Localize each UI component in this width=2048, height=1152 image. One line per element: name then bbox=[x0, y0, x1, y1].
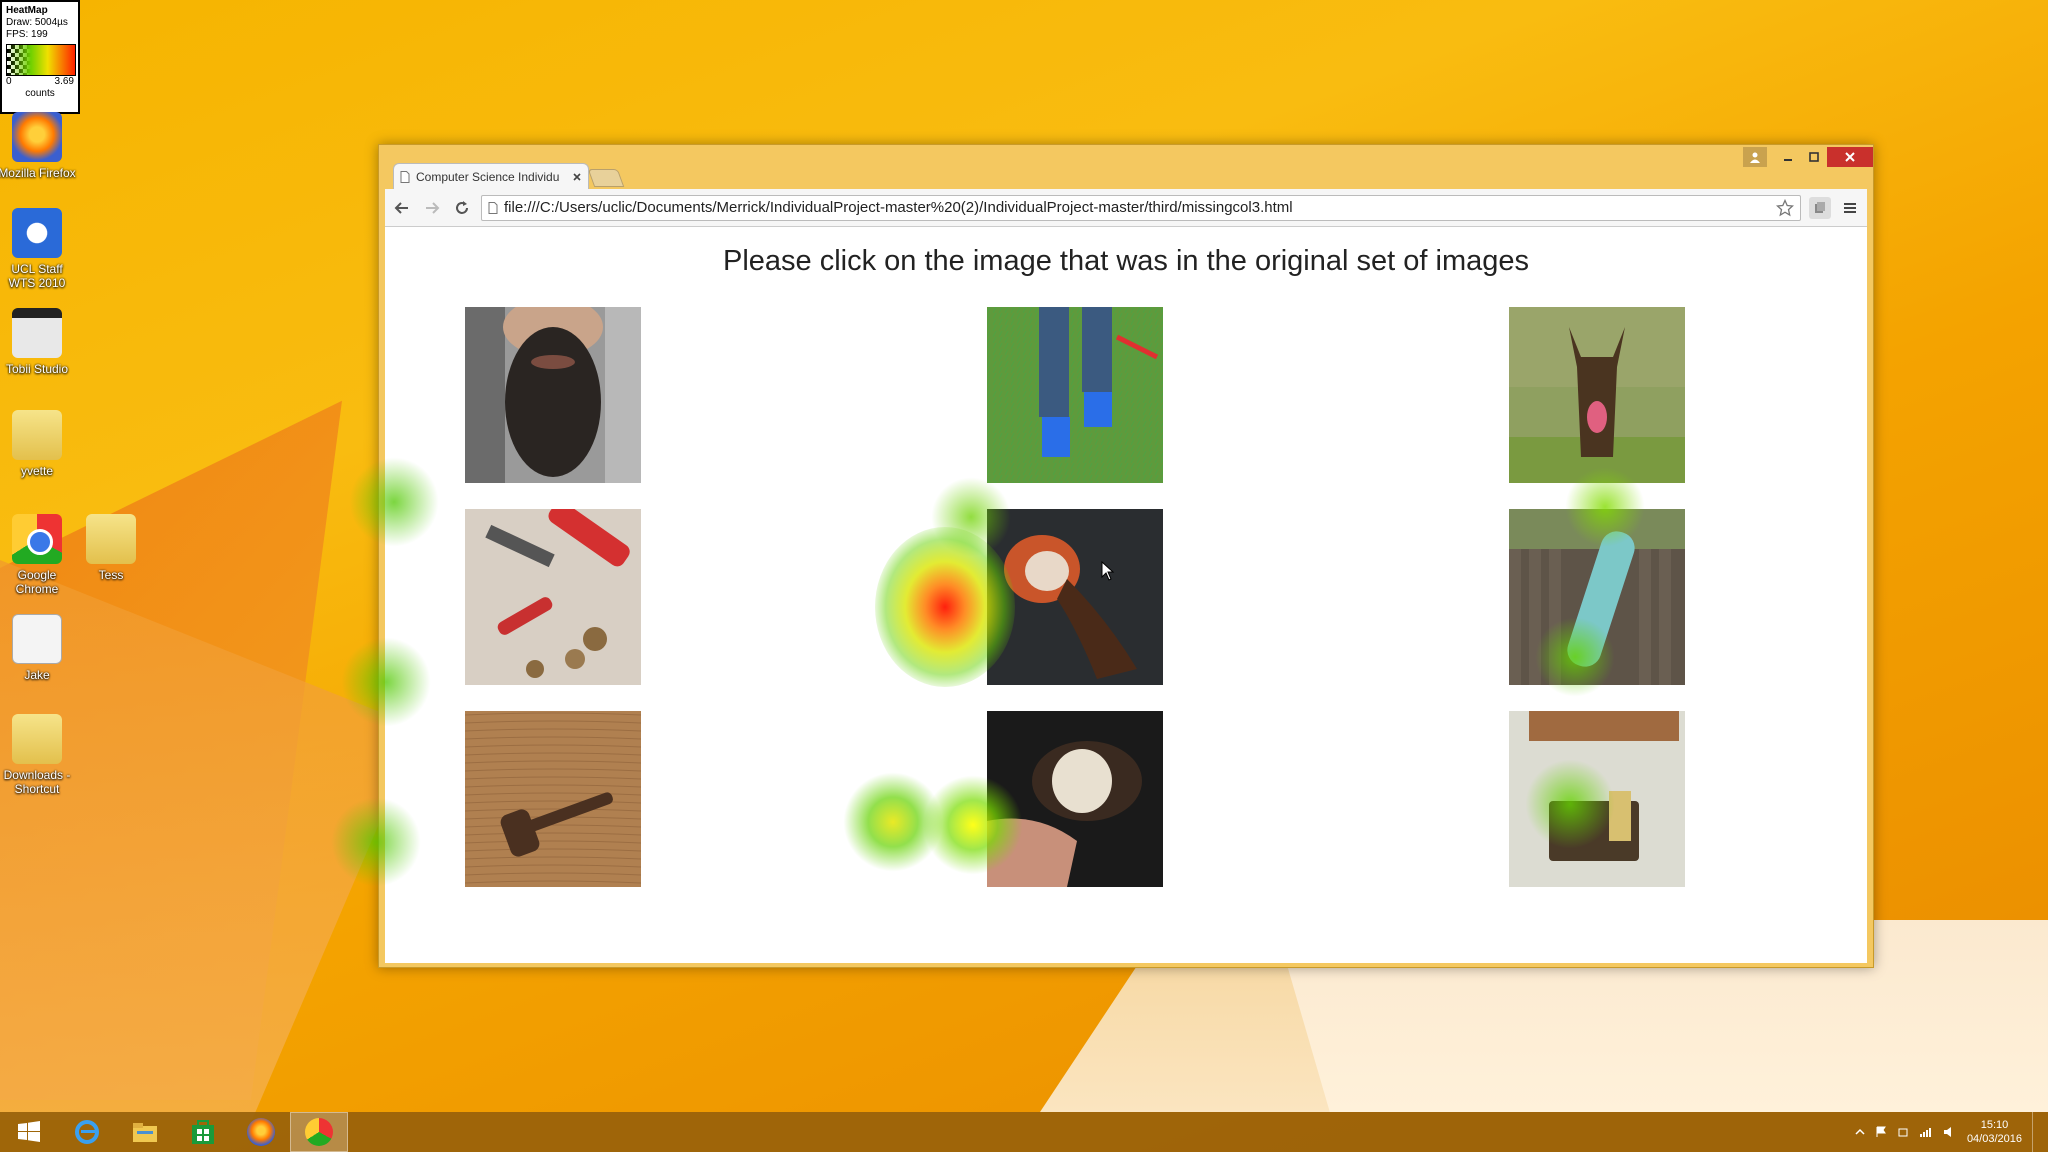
clock-date: 04/03/2016 bbox=[1966, 1133, 2022, 1145]
downloads-folder-icon bbox=[12, 714, 62, 764]
forward-arrow-icon bbox=[426, 201, 440, 214]
extension-button[interactable] bbox=[1809, 196, 1831, 219]
back-arrow-icon bbox=[394, 201, 408, 214]
tobii-studio-icon bbox=[12, 308, 62, 358]
image-skateboard[interactable] bbox=[1509, 509, 1685, 685]
new-tab-button[interactable] bbox=[587, 169, 625, 187]
page-icon bbox=[400, 170, 410, 183]
reload-icon bbox=[456, 200, 468, 214]
hamburger-menu-icon bbox=[1844, 202, 1856, 213]
taskbar-store[interactable] bbox=[174, 1112, 232, 1152]
taskbar-file-explorer[interactable] bbox=[116, 1112, 174, 1152]
close-tab-icon[interactable] bbox=[572, 172, 582, 182]
file-explorer-icon bbox=[133, 1123, 157, 1142]
image-coffee-beans[interactable] bbox=[987, 509, 1163, 685]
desktop-icon-label: Tobii Studio bbox=[5, 362, 69, 376]
taskbar-firefox[interactable] bbox=[232, 1112, 290, 1152]
desktop-icon-tobii-studio[interactable]: Tobii Studio bbox=[0, 308, 76, 376]
page-icon bbox=[488, 201, 498, 214]
heatmap-legend: HeatMap Draw: 5004µs FPS: 199 0 3.69 cou… bbox=[0, 0, 80, 114]
folder-icon bbox=[12, 410, 62, 460]
taskbar-chrome[interactable] bbox=[290, 1112, 348, 1152]
image-radio-dial[interactable] bbox=[987, 711, 1163, 887]
desktop-icon-tess[interactable]: Tess bbox=[72, 514, 150, 582]
url-text: file:///C:/Users/uclic/Documents/Merrick… bbox=[504, 199, 1293, 216]
remote-desktop-icon bbox=[12, 208, 62, 258]
action-center-flag-icon[interactable] bbox=[1875, 1126, 1887, 1138]
image-tools-and-nuts[interactable] bbox=[465, 509, 641, 685]
start-icon bbox=[18, 1121, 40, 1142]
desktop-icon-ucl-staff-wts[interactable]: UCL Staff WTS 2010 bbox=[0, 208, 76, 290]
desktop-icon-label: UCL Staff WTS 2010 bbox=[8, 262, 66, 290]
heatmap-min: 0 bbox=[6, 76, 12, 87]
tab-active[interactable]: Computer Science Individu bbox=[393, 163, 589, 189]
store-icon bbox=[192, 1120, 214, 1144]
minimize-button[interactable] bbox=[1775, 147, 1801, 167]
clock[interactable]: 15:10 04/03/2016 bbox=[1967, 1118, 2022, 1146]
desktop-icon-google-chrome[interactable]: Google Chrome bbox=[0, 514, 76, 596]
internet-explorer-icon bbox=[75, 1120, 99, 1144]
window-controls bbox=[1743, 147, 1873, 167]
image-gavel[interactable] bbox=[465, 711, 641, 887]
heatmap-unit: counts bbox=[25, 88, 55, 99]
desktop-icon-jake[interactable]: Jake bbox=[0, 614, 76, 682]
image-beard[interactable] bbox=[465, 307, 641, 483]
bookmark-star-icon[interactable] bbox=[1776, 198, 1794, 217]
desktop-icon-label: Downloads - Shortcut bbox=[3, 768, 71, 796]
taskbar-internet-explorer[interactable] bbox=[58, 1112, 116, 1152]
reload-button[interactable] bbox=[451, 197, 473, 219]
heatmap-title: HeatMap bbox=[6, 5, 48, 16]
mouse-cursor-icon bbox=[1101, 561, 1115, 581]
taskbar: 15:10 04/03/2016 bbox=[0, 1112, 2048, 1152]
desktop-icon-firefox[interactable]: Mozilla Firefox bbox=[0, 112, 76, 180]
desktop-icon-downloads-shortcut[interactable]: Downloads - Shortcut bbox=[0, 714, 76, 796]
desktop-icon-label: yvette bbox=[20, 464, 53, 478]
chrome-icon bbox=[12, 514, 62, 564]
page-content: Please click on the image that was in th… bbox=[331, 227, 1867, 963]
network-icon[interactable] bbox=[1919, 1126, 1933, 1138]
desktop-icon-label: Mozilla Firefox bbox=[0, 166, 76, 180]
desktop-icon-label: Tess bbox=[98, 568, 124, 582]
close-window-button[interactable] bbox=[1827, 147, 1873, 167]
chrome-icon bbox=[305, 1118, 333, 1146]
forward-button[interactable] bbox=[421, 197, 443, 219]
clock-time: 15:10 bbox=[1980, 1119, 2009, 1131]
user-profile-icon[interactable] bbox=[1743, 147, 1767, 167]
show-desktop-button[interactable] bbox=[2032, 1112, 2038, 1152]
heatmap-hotspot bbox=[349, 457, 439, 547]
desktop-icon-label: Google Chrome bbox=[15, 568, 59, 596]
desktop-icon-label: Jake bbox=[24, 668, 50, 682]
heatmap-color-scale bbox=[6, 44, 76, 76]
tab-title: Computer Science Individu bbox=[416, 169, 560, 184]
menu-button[interactable] bbox=[1839, 197, 1861, 219]
page-heading: Please click on the image that was in th… bbox=[723, 245, 1529, 277]
system-tray: 15:10 04/03/2016 bbox=[1855, 1112, 2038, 1152]
address-bar[interactable]: file:///C:/Users/uclic/Documents/Merrick… bbox=[481, 194, 1801, 221]
volume-icon[interactable] bbox=[1943, 1126, 1957, 1138]
heatmap-draw-time: Draw: 5004µs bbox=[6, 17, 68, 28]
document-icon bbox=[12, 614, 62, 664]
heatmap-fps: FPS: 199 bbox=[6, 29, 48, 40]
extension-icon bbox=[1815, 201, 1825, 213]
desktop-icon-yvette[interactable]: yvette bbox=[0, 410, 76, 478]
maximize-button[interactable] bbox=[1801, 147, 1827, 167]
image-legs-on-grass[interactable] bbox=[987, 307, 1163, 483]
show-hidden-icons-icon[interactable] bbox=[1855, 1127, 1865, 1137]
firefox-icon bbox=[12, 112, 62, 162]
browser-toolbar: file:///C:/Users/uclic/Documents/Merrick… bbox=[385, 189, 1867, 227]
image-wallet-in-pocket[interactable] bbox=[1509, 711, 1685, 887]
back-button[interactable] bbox=[391, 197, 413, 219]
power-icon[interactable] bbox=[1897, 1126, 1909, 1138]
heatmap-max: 3.69 bbox=[54, 76, 74, 87]
heatmap-range: 0 3.69 bbox=[6, 76, 74, 88]
start-button[interactable] bbox=[0, 1112, 58, 1152]
browser-window: Computer Science Individu file:///C:/Use… bbox=[331, 144, 1874, 968]
heatmap-hotspot bbox=[843, 772, 943, 872]
image-dog[interactable] bbox=[1509, 307, 1685, 483]
firefox-icon bbox=[247, 1118, 275, 1146]
folder-icon bbox=[86, 514, 136, 564]
